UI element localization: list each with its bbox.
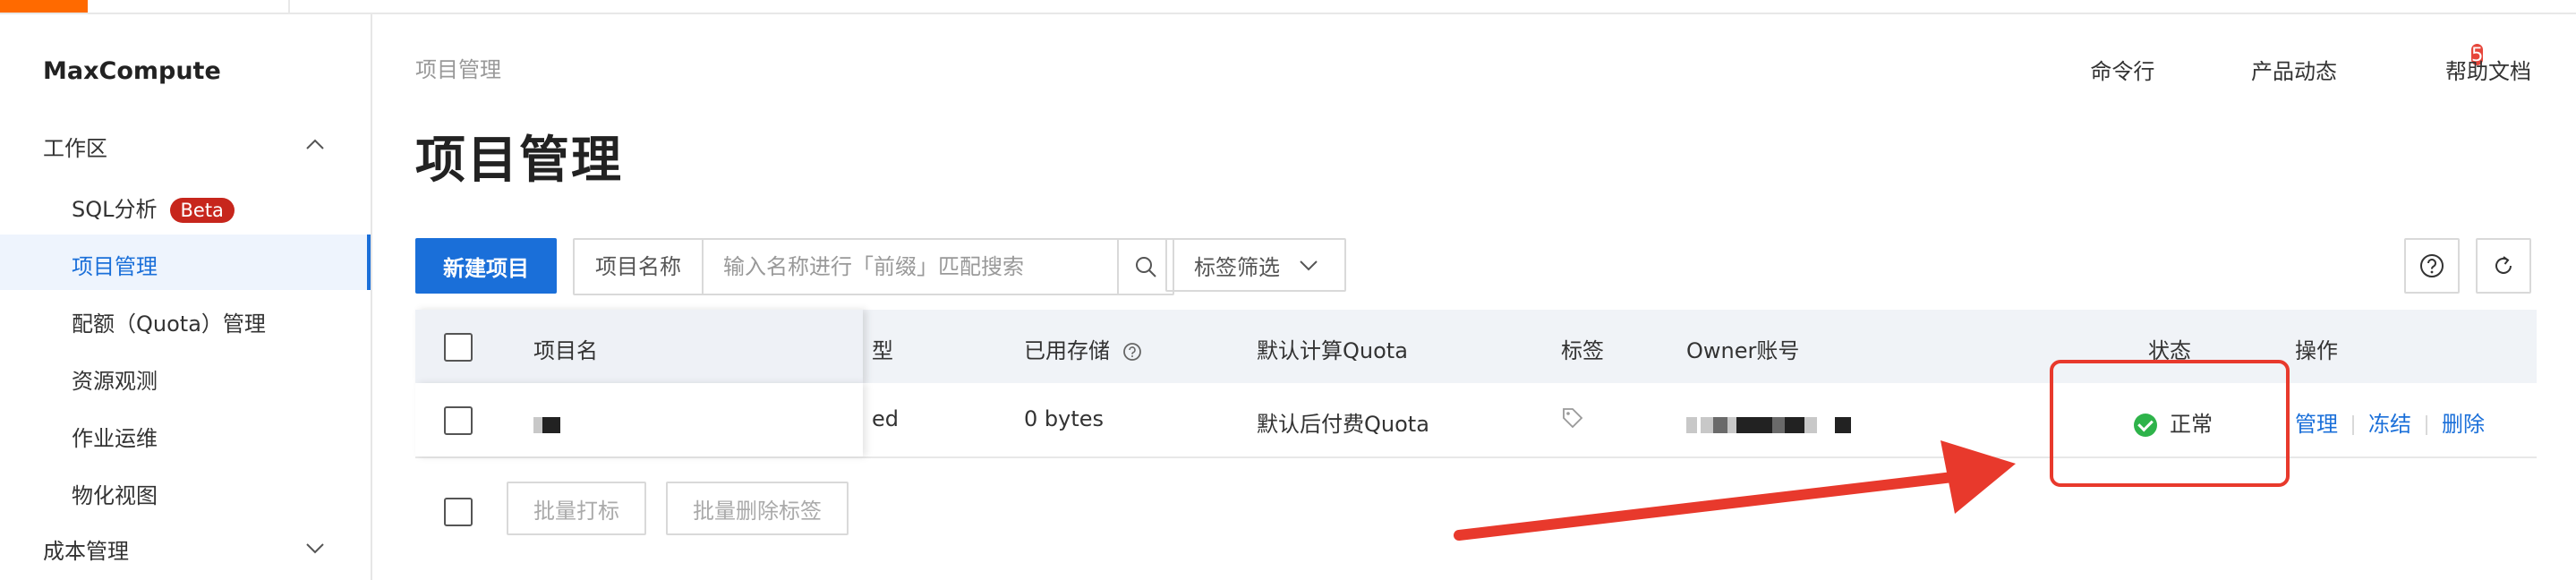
header-links: 命令行 产品动态5 帮助文档 <box>2045 44 2531 87</box>
freeze-link[interactable]: 冻结 <box>2368 412 2411 437</box>
batch-remove-tag-button[interactable]: 批量删除标签 <box>666 482 849 535</box>
manage-link[interactable]: 管理 <box>2295 412 2338 437</box>
sidebar-group-cost-management[interactable]: 成本管理 <box>43 533 129 565</box>
sidebar-group-workspace[interactable]: 工作区 <box>43 131 107 162</box>
sidebar-item-quota-management[interactable]: 配额（Quota）管理 <box>0 292 371 347</box>
sidebar: MaxCompute 工作区 SQL分析 Beta 项目管理 配额（Quota）管… <box>0 14 372 580</box>
cli-link[interactable]: 命令行 <box>2090 59 2154 84</box>
sidebar-title: MaxCompute <box>43 57 221 85</box>
help-button[interactable] <box>2404 238 2460 294</box>
column-header-storage: 已用存储 <box>1024 333 1142 364</box>
brand-accent <box>0 0 88 13</box>
main-content: 项目管理 项目管理 命令行 产品动态5 帮助文档 新建项目 项目名称 标签筛选 <box>372 14 2576 580</box>
info-icon[interactable] <box>1122 342 1142 362</box>
annotation-highlight-box <box>2050 360 2290 487</box>
tags-cell[interactable] <box>1561 406 1584 435</box>
new-project-button[interactable]: 新建项目 <box>415 238 557 294</box>
refresh-icon <box>2495 256 2512 274</box>
sidebar-item-label: SQL分析 <box>72 197 158 222</box>
search-button[interactable] <box>1117 240 1173 294</box>
search-group: 项目名称 <box>573 238 1174 295</box>
tag-filter-dropdown[interactable]: 标签筛选 <box>1165 238 1346 292</box>
sidebar-item-label: 作业运维 <box>72 426 158 451</box>
action-divider <box>2426 415 2427 435</box>
batch-select-checkbox[interactable] <box>444 498 473 526</box>
search-icon <box>1136 257 1156 277</box>
row-checkbox[interactable] <box>444 406 473 435</box>
column-header-tags: 标签 <box>1561 338 1604 363</box>
sidebar-item-label: 物化视图 <box>72 483 158 508</box>
sidebar-item-label: 项目管理 <box>72 254 158 279</box>
column-header-owner: Owner账号 <box>1686 338 1800 363</box>
column-header-quota: 默认计算Quota <box>1257 338 1408 363</box>
frozen-header-column: 项目名 <box>415 310 863 383</box>
action-divider <box>2352 415 2354 435</box>
product-news-link[interactable]: 产品动态5 <box>2206 44 2484 84</box>
project-name-redacted[interactable] <box>533 412 560 437</box>
sidebar-item-label: 资源观测 <box>72 369 158 394</box>
question-icon <box>2420 254 2444 277</box>
column-header-name: 项目名 <box>533 338 598 363</box>
chevron-down-icon <box>1300 260 1318 271</box>
top-bar-divider <box>288 0 290 13</box>
sidebar-item-sql-analysis[interactable]: SQL分析 Beta <box>0 177 371 233</box>
project-type-cell: ed <box>872 406 899 431</box>
frozen-row-column <box>415 383 863 456</box>
search-input[interactable] <box>704 240 1117 294</box>
delete-link[interactable]: 删除 <box>2442 412 2485 437</box>
top-bar <box>0 0 2576 14</box>
sidebar-item-job-operations[interactable]: 作业运维 <box>0 406 371 462</box>
sidebar-item-label: 配额（Quota）管理 <box>72 311 266 337</box>
product-news-label: 产品动态 <box>2250 59 2337 84</box>
refresh-button[interactable] <box>2476 238 2531 294</box>
beta-badge: Beta <box>169 198 235 223</box>
tag-icon <box>1563 408 1583 429</box>
batch-tag-button[interactable]: 批量打标 <box>507 482 646 535</box>
breadcrumb[interactable]: 项目管理 <box>415 52 501 83</box>
sidebar-item-materialized-view[interactable]: 物化视图 <box>0 464 371 519</box>
help-docs-link[interactable]: 帮助文档 <box>2445 59 2531 84</box>
column-header-type: 型 <box>872 338 893 363</box>
quota-cell: 默认后付费Quota <box>1257 412 1429 437</box>
sidebar-item-project-management[interactable]: 项目管理 <box>0 235 371 290</box>
chevron-down-icon[interactable] <box>304 537 326 559</box>
owner-account-redacted <box>1686 412 1851 437</box>
sidebar-item-resource-observation[interactable]: 资源观测 <box>0 349 371 405</box>
select-all-checkbox[interactable] <box>444 333 473 362</box>
tag-filter-label: 标签筛选 <box>1194 254 1280 280</box>
column-header-actions: 操作 <box>2295 338 2338 363</box>
chevron-up-icon[interactable] <box>304 134 326 156</box>
search-field-label[interactable]: 项目名称 <box>575 240 704 294</box>
actions-cell: 管理 冻结 删除 <box>2295 406 2485 438</box>
page-title: 项目管理 <box>415 132 623 190</box>
storage-cell: 0 bytes <box>1024 406 1105 431</box>
storage-header-label: 已用存储 <box>1024 338 1110 363</box>
